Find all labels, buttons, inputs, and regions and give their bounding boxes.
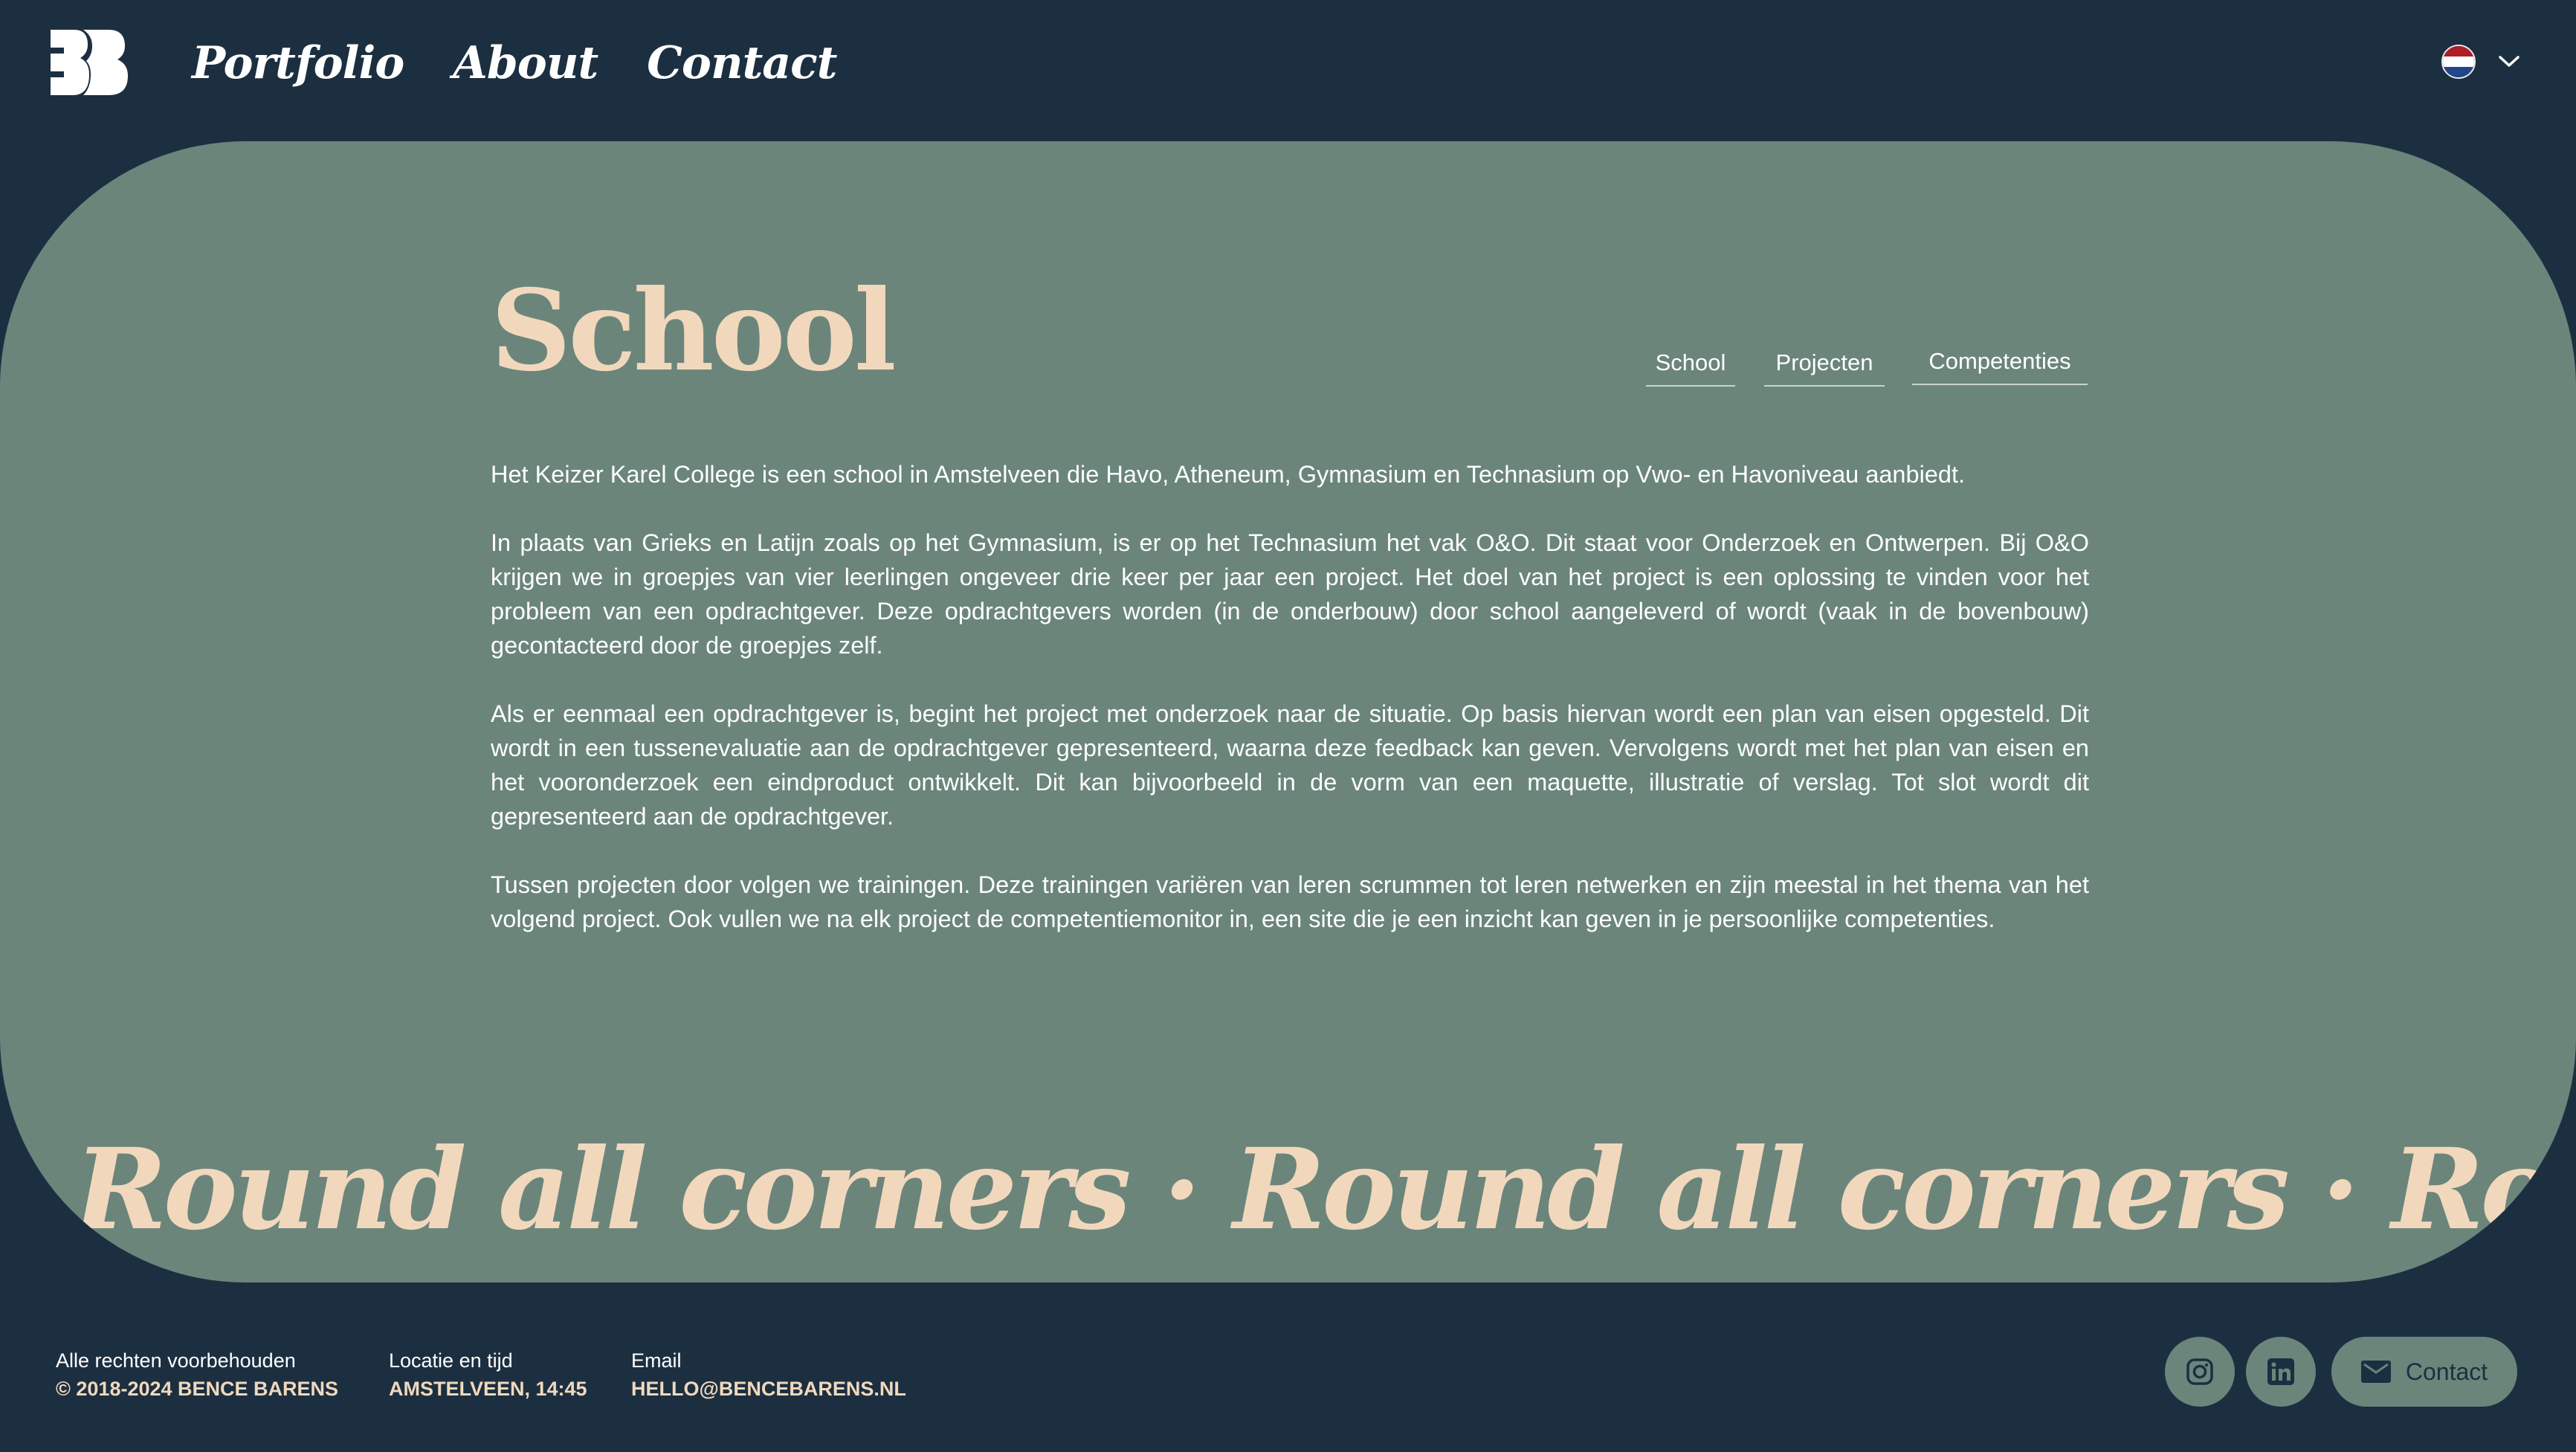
content-panel: School School Projecten Competenties Het… xyxy=(0,141,2576,1282)
flag-nl-icon xyxy=(2441,45,2476,79)
article-body: Het Keizer Karel College is een school i… xyxy=(491,457,2089,970)
contact-button[interactable]: Contact xyxy=(2331,1337,2517,1407)
email-value[interactable]: HELLO@BENCEBARENS.NL xyxy=(631,1374,906,1404)
main-nav: Portfolio About Contact xyxy=(192,30,837,97)
email-label: Email xyxy=(631,1349,682,1372)
footer-location: Locatie en tijd AMSTELVEEN, 14:45 xyxy=(389,1347,587,1404)
site-header: Portfolio About Contact xyxy=(0,0,2576,141)
logo-icon[interactable] xyxy=(48,30,128,95)
section-tabs: School Projecten Competenties xyxy=(0,341,2088,394)
nav-contact[interactable]: Contact xyxy=(647,37,837,89)
paragraph: In plaats van Grieks en Latijn zoals op … xyxy=(491,529,2089,659)
paragraph: Als er eenmaal een opdrachtgever is, beg… xyxy=(491,700,2089,830)
copyright-value: © 2018-2024 BENCE BARENS xyxy=(56,1378,339,1400)
linkedin-button[interactable] xyxy=(2246,1337,2316,1407)
footer-copyright: Alle rechten voorbehouden © 2018-2024 BE… xyxy=(56,1347,338,1404)
copyright-label: Alle rechten voorbehouden xyxy=(56,1349,296,1372)
instagram-button[interactable] xyxy=(2165,1337,2235,1407)
language-selector[interactable] xyxy=(2441,43,2520,80)
site-footer: Alle rechten voorbehouden © 2018-2024 BE… xyxy=(0,1282,2576,1452)
tab-competenties[interactable]: Competenties xyxy=(1912,339,2088,385)
paragraph: Tussen projecten door volgen we training… xyxy=(491,871,2089,932)
location-label: Locatie en tijd xyxy=(389,1349,513,1372)
location-value: AMSTELVEEN, 14:45 xyxy=(389,1378,587,1400)
contact-button-label: Contact xyxy=(2405,1358,2488,1385)
linkedin-icon xyxy=(2267,1358,2294,1385)
nav-about[interactable]: About xyxy=(453,37,598,89)
instagram-icon xyxy=(2186,1358,2213,1385)
tab-school[interactable]: School xyxy=(1646,341,1735,387)
footer-email: Email HELLO@BENCEBARENS.NL xyxy=(631,1347,906,1404)
paragraph: Het Keizer Karel College is een school i… xyxy=(491,461,1966,488)
tab-projecten[interactable]: Projecten xyxy=(1764,341,1885,387)
nav-portfolio[interactable]: Portfolio xyxy=(192,37,404,89)
chevron-down-icon xyxy=(2499,56,2519,67)
marquee-text: Round all corners · Round all corners · … xyxy=(74,1124,2576,1255)
mail-icon xyxy=(2360,1361,2391,1383)
